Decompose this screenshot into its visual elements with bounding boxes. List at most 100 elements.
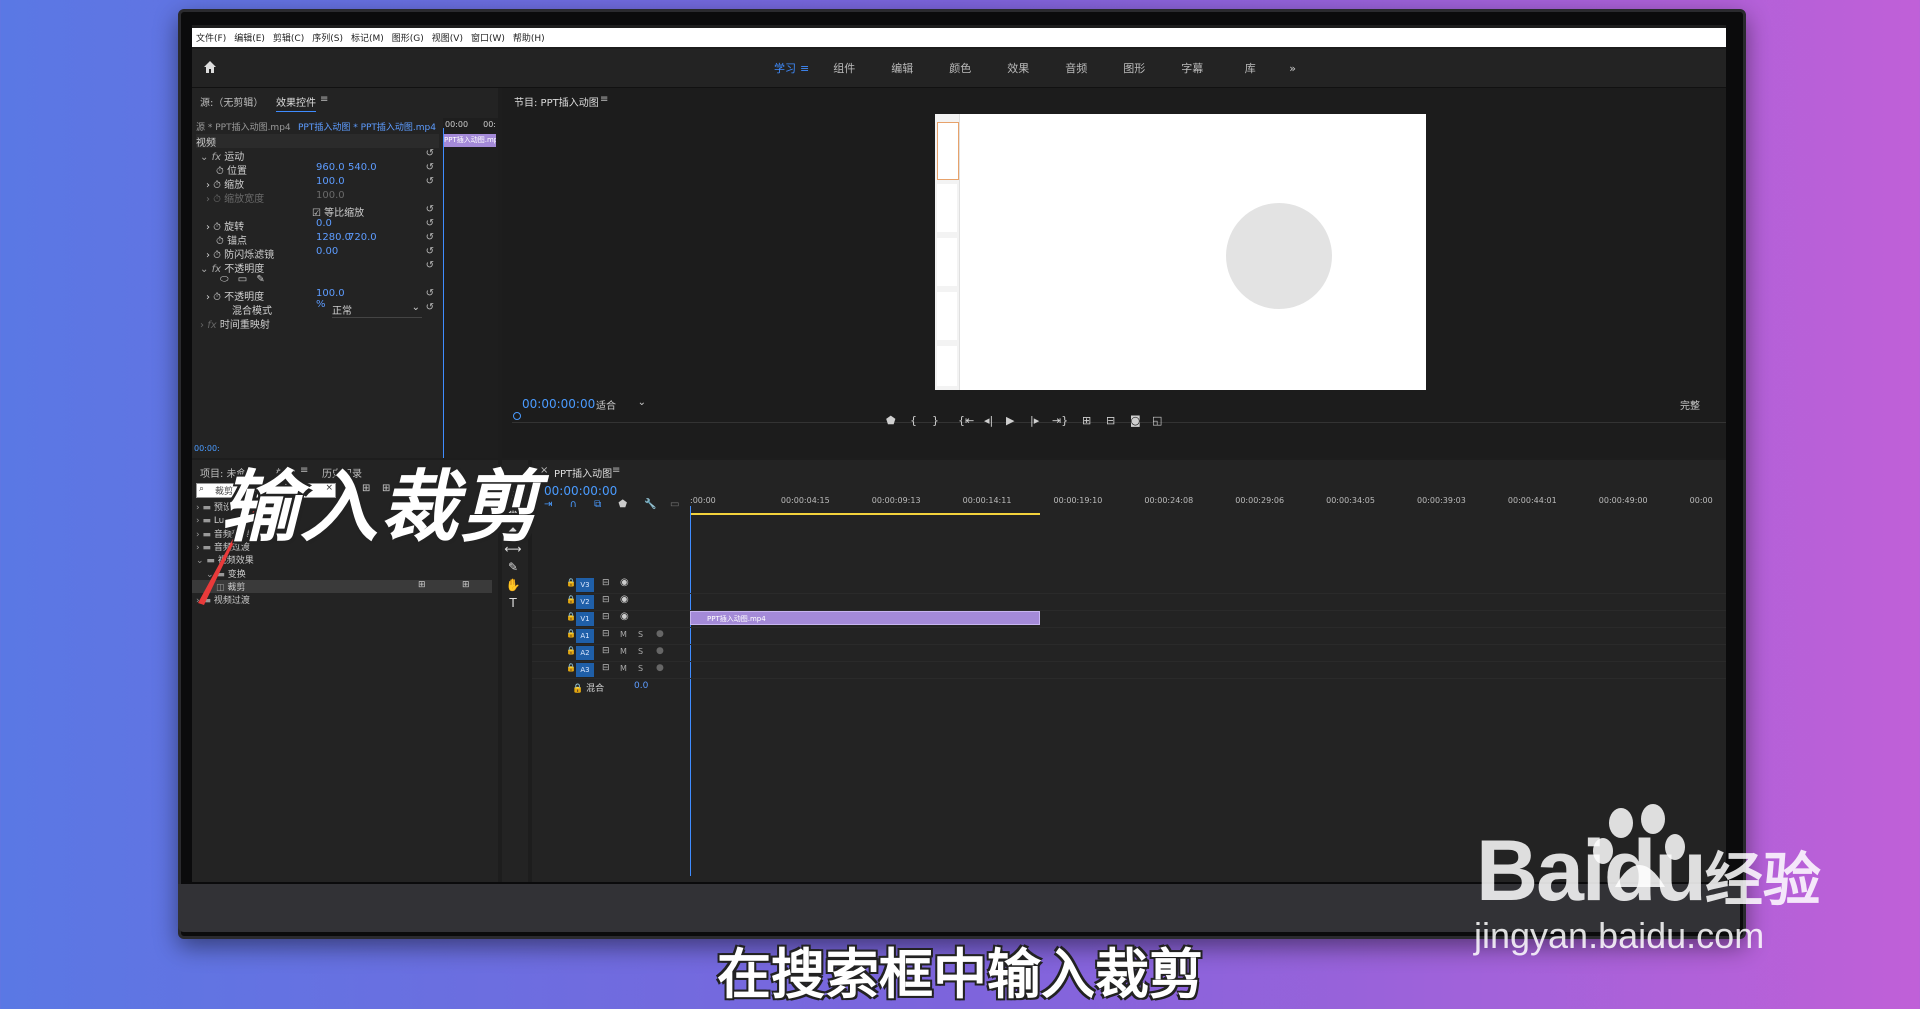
- workspace-tab[interactable]: 音频: [1047, 60, 1105, 76]
- rect-mask-icon[interactable]: ▭: [238, 274, 247, 285]
- menu-item[interactable]: 编辑(E): [234, 31, 265, 44]
- mic-icon[interactable]: ●: [656, 646, 664, 656]
- track-label[interactable]: A1: [576, 629, 594, 643]
- reset-icon[interactable]: ↺: [426, 246, 434, 257]
- scale-row[interactable]: › ⏱ 缩放 100.0: [206, 176, 345, 191]
- solo-button[interactable]: S: [638, 647, 643, 656]
- reset-icon[interactable]: ↺: [426, 148, 434, 159]
- tab-effect-controls[interactable]: 效果控件: [276, 94, 316, 112]
- ec-playhead[interactable]: [443, 128, 444, 458]
- track-label[interactable]: V2: [576, 595, 594, 609]
- menu-item[interactable]: 序列(S): [312, 31, 343, 44]
- menu-item[interactable]: 视图(V): [432, 31, 463, 44]
- mix-value[interactable]: 0.0: [634, 681, 648, 691]
- rotation-row[interactable]: › ⏱ 旋转 0.0: [206, 218, 332, 233]
- workspace-tab[interactable]: 图形: [1105, 60, 1163, 76]
- antiflicker-row[interactable]: › ⏱ 防闪烁滤镜 0.00: [206, 246, 338, 261]
- opacity-group[interactable]: ⌄ fx 不透明度: [200, 260, 264, 275]
- work-area-bar[interactable]: [690, 513, 1040, 515]
- mark-in-icon[interactable]: {: [910, 414, 917, 427]
- reset-icon[interactable]: ↺: [426, 162, 434, 173]
- track-label[interactable]: A3: [576, 663, 594, 677]
- reset-icon[interactable]: ↺: [426, 288, 434, 299]
- workspaces-overflow-icon[interactable]: »: [1289, 62, 1296, 75]
- mute-button[interactable]: M: [620, 664, 627, 673]
- time-ruler[interactable]: :00:00 00:00:04:15 00:00:09:13 00:00:14:11 0…: [690, 496, 1726, 510]
- mute-button[interactable]: M: [620, 647, 627, 656]
- button-editor-icon[interactable]: ◱: [1152, 414, 1162, 427]
- timeline-clip[interactable]: PPT插入动图.mp4: [690, 611, 1040, 625]
- magnet-icon[interactable]: ∩: [570, 499, 577, 510]
- menu-item[interactable]: 标记(M): [351, 31, 384, 44]
- quality-select[interactable]: 完整: [1680, 397, 1700, 412]
- type-tool-icon[interactable]: T: [502, 596, 524, 610]
- reset-icon[interactable]: ↺: [426, 232, 434, 243]
- sync-lock-icon[interactable]: ⊟: [602, 578, 610, 588]
- timeline-menu-icon[interactable]: ≡: [612, 465, 620, 476]
- close-icon[interactable]: ×: [540, 465, 548, 476]
- workspace-tab[interactable]: 编辑: [873, 60, 931, 76]
- clip-sequence-label[interactable]: PPT插入动图 * PPT插入动图.mp4: [298, 120, 436, 134]
- insert-icon[interactable]: ⊞: [1082, 414, 1091, 427]
- opacity-row[interactable]: › ⏱ 不透明度 100.0 %: [206, 288, 345, 310]
- pen-tool-icon[interactable]: ✎: [502, 560, 524, 574]
- workspace-tab[interactable]: 效果: [989, 60, 1047, 76]
- add-marker-icon[interactable]: ⬟: [618, 499, 627, 510]
- reset-icon[interactable]: ↺: [426, 204, 434, 215]
- reset-icon[interactable]: ↺: [426, 218, 434, 229]
- pen-mask-icon[interactable]: ✎: [256, 274, 264, 285]
- play-icon[interactable]: ▶: [1006, 414, 1014, 427]
- uniform-scale-checkbox[interactable]: ☑ 等比缩放: [312, 204, 364, 219]
- workspace-menu-icon[interactable]: ≡: [800, 62, 809, 75]
- wrench-icon[interactable]: 🔧: [644, 499, 656, 510]
- lock-icon[interactable]: 🔒: [566, 595, 576, 604]
- program-scrubber[interactable]: [512, 416, 1726, 423]
- ellipse-mask-icon[interactable]: ⬭: [220, 274, 229, 285]
- reset-icon[interactable]: ↺: [426, 260, 434, 271]
- mic-icon[interactable]: ●: [656, 663, 664, 673]
- mute-button[interactable]: M: [620, 630, 627, 639]
- timeline-timecode[interactable]: 00:00:00:00: [544, 484, 617, 498]
- workspace-tab[interactable]: 颜色: [931, 60, 989, 76]
- eye-icon[interactable]: ◉: [620, 611, 629, 622]
- solo-button[interactable]: S: [638, 664, 643, 673]
- mark-out-icon[interactable]: }: [932, 414, 939, 427]
- mic-icon[interactable]: ●: [656, 629, 664, 639]
- lock-icon[interactable]: 🔒: [566, 612, 576, 621]
- track-label[interactable]: V3: [576, 578, 594, 592]
- menu-item[interactable]: 窗口(W): [471, 31, 505, 44]
- timeline-tab[interactable]: PPT插入动图: [554, 465, 612, 480]
- anchor-row[interactable]: ⏱ 锚点 1280.0 720.0: [216, 232, 377, 247]
- program-menu-icon[interactable]: ≡: [600, 94, 608, 105]
- tab-source[interactable]: 源:（无剪辑）: [200, 94, 263, 109]
- sync-lock-icon[interactable]: ⊟: [602, 612, 610, 622]
- reset-icon[interactable]: ↺: [426, 302, 434, 313]
- lock-icon[interactable]: 🔒: [566, 646, 576, 655]
- workspace-tab[interactable]: 库: [1221, 60, 1279, 76]
- lock-icon[interactable]: 🔒: [566, 578, 576, 587]
- ec-clip-bar[interactable]: PPT插入动图.mp4: [444, 134, 496, 147]
- menu-item[interactable]: 剪辑(C): [273, 31, 304, 44]
- workspace-tab[interactable]: 组件: [815, 60, 873, 76]
- workspace-tab[interactable]: 字幕: [1163, 60, 1221, 76]
- solo-button[interactable]: S: [638, 630, 643, 639]
- overwrite-icon[interactable]: ⊟: [1106, 414, 1115, 427]
- fit-select[interactable]: 适合 ⌄: [596, 397, 646, 412]
- marker-icon[interactable]: ⬟: [886, 414, 896, 427]
- go-to-out-icon[interactable]: ⇥}: [1052, 414, 1068, 427]
- home-icon[interactable]: [202, 59, 218, 75]
- lock-icon[interactable]: 🔒: [566, 629, 576, 638]
- captions-icon[interactable]: ▭: [670, 499, 679, 510]
- program-timecode[interactable]: 00:00:00:00: [522, 397, 595, 411]
- snap-icon[interactable]: ⇥: [544, 499, 552, 510]
- camera-icon[interactable]: ◙: [1130, 414, 1141, 427]
- motion-group[interactable]: ⌄ fx 运动: [200, 148, 244, 163]
- menu-item[interactable]: 文件(F): [196, 31, 226, 44]
- time-remap-group[interactable]: › fx 时间重映射: [200, 316, 270, 331]
- go-to-in-icon[interactable]: {⇤: [958, 414, 974, 427]
- sync-lock-icon[interactable]: ⊟: [602, 629, 610, 639]
- eye-icon[interactable]: ◉: [620, 594, 629, 605]
- sync-lock-icon[interactable]: ⊟: [602, 663, 610, 673]
- menu-item[interactable]: 帮助(H): [513, 31, 545, 44]
- step-back-icon[interactable]: ◂|: [984, 414, 993, 427]
